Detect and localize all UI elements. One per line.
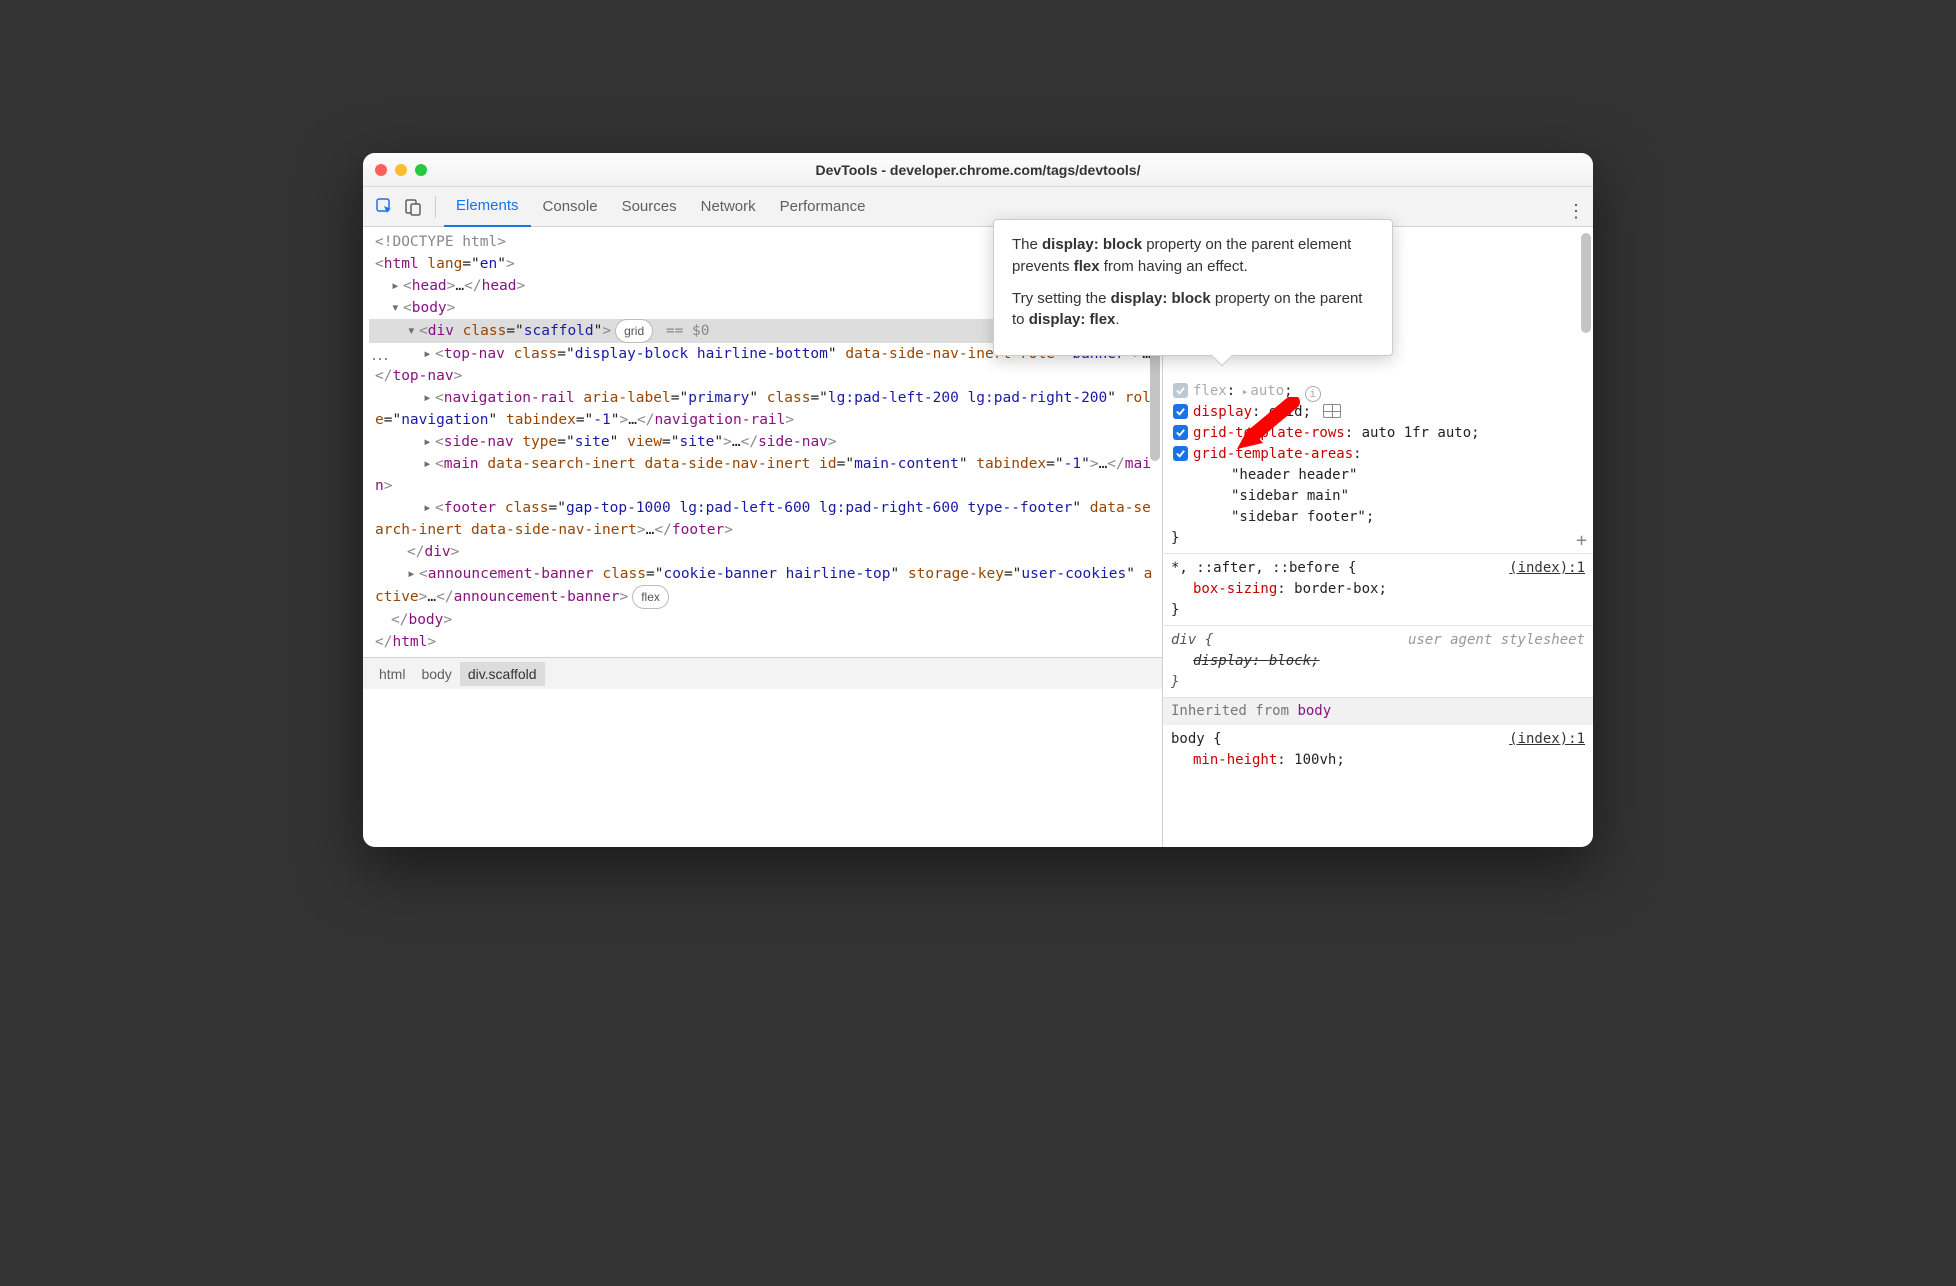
minimize-window-button[interactable] — [395, 164, 407, 176]
checkbox-icon[interactable] — [1173, 446, 1188, 461]
gta-line-2: "sidebar footer"; — [1171, 507, 1585, 528]
overflow-ellipsis-icon: ⋯ — [371, 349, 390, 370]
separator — [435, 196, 436, 218]
grid-badge-icon[interactable] — [1323, 404, 1341, 418]
hint-tooltip: The display: block property on the paren… — [993, 219, 1393, 356]
source-link[interactable]: (index):1 — [1509, 558, 1585, 579]
rule-div-ua[interactable]: div { user agent stylesheet display: blo… — [1163, 626, 1593, 698]
prop-grid-template-rows[interactable]: grid-template-rows: auto 1fr auto; — [1171, 423, 1585, 444]
styles-scrollbar[interactable] — [1581, 233, 1591, 333]
prop-display-block[interactable]: display: block; — [1171, 651, 1585, 672]
tab-network[interactable]: Network — [689, 187, 768, 227]
prop-box-sizing[interactable]: box-sizing: border-box; — [1171, 579, 1585, 600]
inherited-from-bar: Inherited from body — [1163, 698, 1593, 725]
rule-universal[interactable]: *, ::after, ::before { (index):1 box-siz… — [1163, 554, 1593, 626]
tab-elements[interactable]: Elements — [444, 187, 531, 227]
inspect-element-icon[interactable] — [371, 193, 399, 221]
checkbox-icon[interactable] — [1173, 383, 1188, 398]
crumb-body[interactable]: body — [413, 662, 459, 686]
rule-close: } — [1171, 600, 1585, 621]
window-controls — [375, 164, 427, 176]
titlebar: DevTools - developer.chrome.com/tags/dev… — [363, 153, 1593, 187]
source-link[interactable]: (index):1 — [1509, 729, 1585, 750]
checkbox-icon[interactable] — [1173, 425, 1188, 440]
breadcrumb: html body div.scaffold — [363, 657, 1162, 689]
content-area: <!DOCTYPE html><html lang="en">▸<head>…<… — [363, 227, 1593, 847]
crumb-html[interactable]: html — [371, 662, 413, 686]
maximize-window-button[interactable] — [415, 164, 427, 176]
crumb-div-scaffold[interactable]: div.scaffold — [460, 662, 545, 686]
close-window-button[interactable] — [375, 164, 387, 176]
add-rule-icon[interactable]: + — [1576, 530, 1587, 551]
tab-performance[interactable]: Performance — [768, 187, 878, 227]
rule-body[interactable]: body { (index):1 min-height: 100vh; — [1163, 725, 1593, 775]
rule-close: } — [1171, 528, 1585, 549]
window-title: DevTools - developer.chrome.com/tags/dev… — [363, 162, 1593, 178]
prop-grid-template-areas[interactable]: grid-template-areas: — [1171, 444, 1585, 465]
devtools-toolbar: Elements Console Sources Network Perform… — [363, 187, 1593, 227]
prop-min-height[interactable]: min-height: 100vh; — [1171, 750, 1585, 771]
tab-console[interactable]: Console — [531, 187, 610, 227]
gta-line-1: "sidebar main" — [1171, 486, 1585, 507]
more-menu-icon[interactable]: ⋮ — [1567, 201, 1585, 222]
rule-scaffold[interactable]: flex: ▸auto; i display: grid; grid-templ… — [1163, 377, 1593, 554]
prop-flex[interactable]: flex: ▸auto; i — [1171, 381, 1585, 402]
info-icon[interactable]: i — [1305, 386, 1321, 402]
device-toggle-icon[interactable] — [399, 193, 427, 221]
checkbox-icon[interactable] — [1173, 404, 1188, 419]
devtools-window: DevTools - developer.chrome.com/tags/dev… — [363, 153, 1593, 847]
rule-close: } — [1171, 672, 1585, 693]
prop-display[interactable]: display: grid; — [1171, 402, 1585, 423]
ua-label: user agent stylesheet — [1408, 630, 1585, 651]
gta-line-0: "header header" — [1171, 465, 1585, 486]
tab-sources[interactable]: Sources — [610, 187, 689, 227]
